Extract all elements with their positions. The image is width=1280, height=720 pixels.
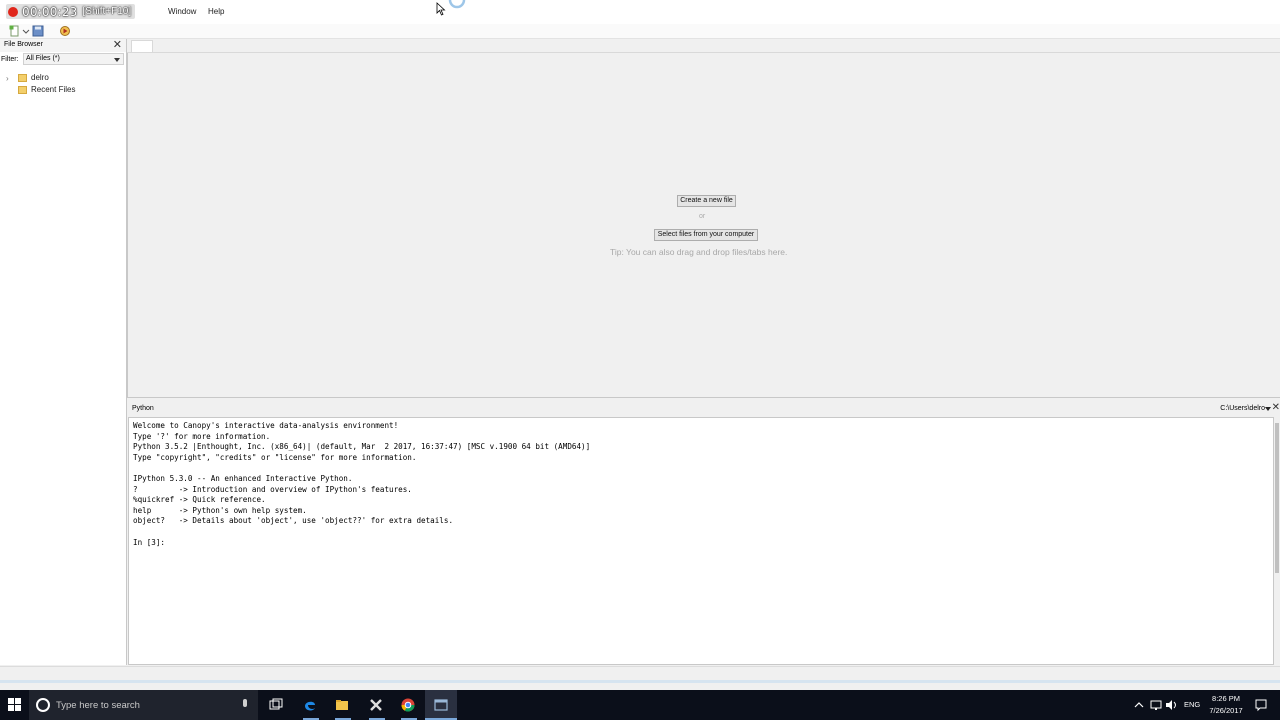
console-header: Python C:\Users\delro ✕ [127,400,1280,416]
chevron-down-icon[interactable] [22,25,30,37]
task-view-icon[interactable] [269,698,283,712]
scrollbar-thumb[interactable] [1275,423,1279,573]
chevron-down-icon [114,58,120,62]
canopy-icon[interactable] [369,698,383,712]
create-new-file-button[interactable]: Create a new file [677,195,736,207]
or-text: or [699,213,706,220]
notifications-icon[interactable] [1255,698,1267,712]
microphone-icon[interactable] [243,699,247,707]
cortana-icon [36,698,50,712]
taskbar-search-box[interactable]: Type here to search [29,690,258,720]
filter-select[interactable]: All Files (*) [23,53,124,65]
network-icon[interactable] [1150,698,1162,712]
mouse-cursor-icon [436,2,446,16]
menu-bar: Window Help 00:00:23 [Shift+F10] [0,0,1280,24]
recording-timer: 00:00:23 [22,4,78,19]
select-files-button[interactable]: Select files from your computer [654,229,758,241]
loading-spinner-icon [448,0,466,9]
tray-clock-time[interactable]: 8:26 PM [1210,694,1242,703]
console-output: Welcome to Canopy's interactive data-ana… [133,421,591,547]
tree-item-label: delro [31,73,49,82]
editor-tab[interactable] [131,40,153,52]
console-title: Python [132,405,154,412]
windows-taskbar: Type here to search ENG 8:26 PM 7/26/201… [0,690,1280,720]
chrome-icon[interactable] [401,698,415,712]
tree-item-label: Recent Files [31,85,76,94]
close-icon[interactable]: ✕ [1272,402,1280,413]
tree-item-recent-files[interactable]: Recent Files [0,85,126,96]
drag-drop-tip: Tip: You can also drag and drop files/ta… [610,247,788,257]
console-scrollbar[interactable] [1274,417,1280,665]
folder-icon [18,86,27,94]
expand-arrow-icon[interactable]: › [6,74,9,83]
close-icon[interactable]: ✕ [113,38,122,51]
status-bar [0,666,1280,691]
console-cwd-select[interactable]: C:\Users\delro [1220,405,1265,412]
menu-window[interactable]: Window [168,7,196,16]
language-indicator[interactable]: ENG [1184,700,1200,709]
file-browser-header: File Browser ✕ [0,39,126,52]
tray-clock-date[interactable]: 7/26/2017 [1207,706,1245,715]
file-browser-panel: File Browser ✕ Filter: All Files (*) › d… [0,39,127,665]
chevron-down-icon[interactable] [1265,407,1271,411]
chevron-up-icon[interactable] [1134,698,1144,712]
tree-item-delro[interactable]: › delro [0,73,126,84]
canopy-window-icon[interactable] [434,698,448,712]
editor-tab-bar [127,39,1280,53]
folder-icon [18,74,27,82]
filter-label: Filter: [1,56,19,63]
windows-start-icon[interactable] [8,698,22,712]
toolbar [0,24,1280,39]
file-explorer-icon[interactable] [335,698,349,712]
status-strip [0,680,1280,683]
recording-shortcut: [Shift+F10] [82,6,132,17]
filter-value: All Files (*) [26,55,60,62]
run-icon[interactable] [59,25,71,37]
search-placeholder: Type here to search [56,700,140,711]
new-file-icon[interactable] [9,25,21,37]
python-console[interactable]: Welcome to Canopy's interactive data-ana… [128,417,1274,665]
save-icon[interactable] [32,25,44,37]
editor-area [127,53,1280,398]
record-icon [8,6,18,17]
menu-help[interactable]: Help [208,7,224,16]
recording-overlay: 00:00:23 [Shift+F10] [6,4,136,19]
volume-icon[interactable] [1165,698,1177,712]
edge-icon[interactable] [303,698,317,712]
file-browser-title: File Browser [4,41,43,48]
